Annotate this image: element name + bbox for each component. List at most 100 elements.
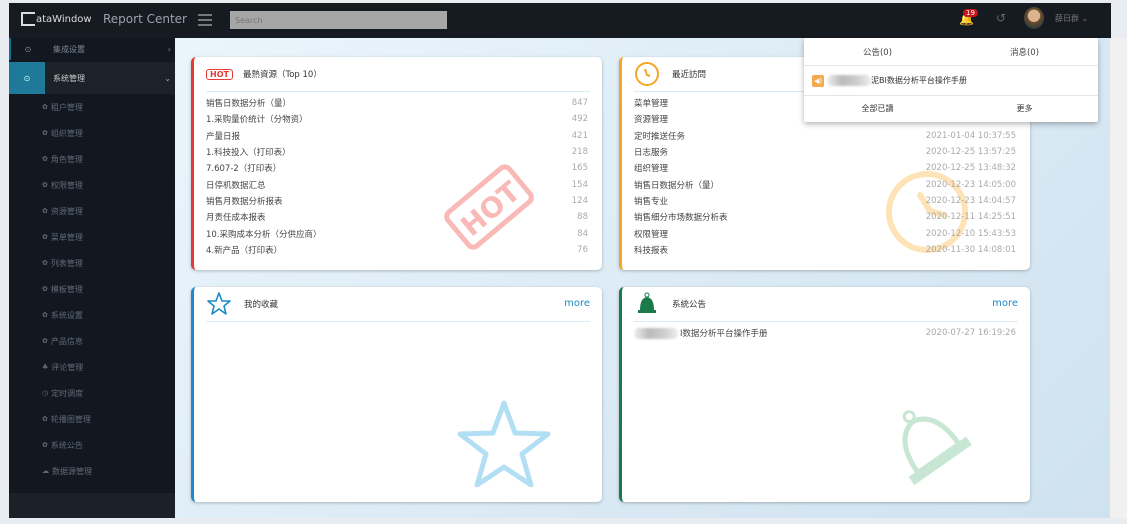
- item-name: 销售专业: [634, 196, 669, 207]
- tab-notices[interactable]: 公告(0): [804, 46, 951, 58]
- list-item[interactable]: 10.采购成本分析（分供应商） 84: [206, 225, 588, 241]
- more-notifications-button[interactable]: 更多: [951, 103, 1098, 114]
- sidebar-item[interactable]: ♣ 评论管理: [9, 354, 175, 380]
- gear-icon: ✿: [42, 207, 48, 215]
- gear-icon: ✿: [42, 103, 48, 111]
- item-value: 76: [577, 244, 588, 255]
- sidebar-item[interactable]: ✿ 菜单管理: [9, 224, 175, 250]
- announcement-time: 2020-07-27 16:19:26: [925, 328, 1016, 339]
- list-item[interactable]: 产量日报 421: [206, 128, 588, 144]
- sidebar-item-label: 组织管理: [50, 128, 83, 138]
- list-item[interactable]: 销售月数据分析报表 124: [206, 193, 588, 209]
- item-value: 124: [571, 195, 588, 206]
- item-value: 847: [571, 98, 588, 109]
- sidebar-group-system[interactable]: ⊙ 系统管理 ⌄: [9, 62, 175, 94]
- panel-title: 最近訪問: [672, 70, 707, 80]
- sidebar-item-label: 模板管理: [50, 284, 83, 294]
- hot-resources-panel: HOT HOT 最熱資源（Top 10） 销售日数据分析（量） 847 1.采购量价统…: [191, 57, 602, 270]
- star-icon: [207, 292, 231, 315]
- sidebar-item[interactable]: ✿ 列表管理: [9, 250, 175, 276]
- blurred-text: [827, 75, 871, 86]
- notification-text: 泥BI数据分析平台操作手册: [871, 76, 967, 85]
- item-value: 154: [571, 179, 588, 190]
- notification-item[interactable]: ◀) 泥BI数据分析平台操作手册: [804, 66, 1098, 96]
- item-name: 销售月数据分析报表: [206, 196, 283, 207]
- item-name: 权限管理: [634, 229, 669, 240]
- favorites-more-link[interactable]: more: [564, 298, 590, 309]
- sidebar-item-label: 列表管理: [50, 258, 83, 268]
- blurred-text: [634, 327, 678, 339]
- list-item[interactable]: 月责任成本报表 88: [206, 209, 588, 225]
- item-name: 销售日数据分析（量）: [634, 180, 720, 191]
- menu-toggle-icon[interactable]: [198, 14, 212, 26]
- list-item[interactable]: 销售专业 2020-12-23 14:04:57: [634, 193, 1016, 209]
- panel-title: 我的收藏: [244, 300, 279, 310]
- item-value: 421: [571, 130, 588, 141]
- item-name: 月责任成本报表: [206, 213, 266, 224]
- item-value: 2020-12-23 14:05:00: [925, 179, 1016, 190]
- gear-icon: ✿: [42, 259, 48, 267]
- list-item[interactable]: 权限管理 2020-12-10 15:43:53: [634, 225, 1016, 241]
- item-name: 组织管理: [634, 164, 669, 175]
- sidebar-item[interactable]: ✿ 租户管理: [9, 94, 175, 120]
- sidebar-group-label: 集成设置: [53, 44, 85, 54]
- sidebar-item[interactable]: ✿ 角色管理: [9, 146, 175, 172]
- sidebar-item[interactable]: ✿ 产品信息: [9, 328, 175, 354]
- panel-title: 最熱資源（Top 10）: [242, 70, 322, 80]
- sidebar-item[interactable]: ✿ 权限管理: [9, 172, 175, 198]
- sidebar-item-label: 定时调度: [51, 388, 84, 398]
- item-value: 2020-12-23 14:04:57: [925, 195, 1016, 206]
- sidebar-item[interactable]: ✿ 模板管理: [9, 276, 175, 302]
- sidebar-item-label: 系统公告: [50, 440, 83, 450]
- circle-icon: ⊙: [9, 62, 45, 94]
- sidebar-item[interactable]: ✿ 系统设置: [9, 302, 175, 328]
- sidebar-item[interactable]: ✿ 轮播图管理: [9, 406, 175, 432]
- list-item[interactable]: 1.采购量价统计（分物资） 492: [206, 111, 588, 127]
- sidebar-item-label: 角色管理: [50, 154, 83, 164]
- speaker-icon: ◀): [812, 74, 824, 87]
- item-name: 资源管理: [634, 115, 669, 126]
- announcements-more-link[interactable]: more: [992, 298, 1018, 309]
- logo-text: ataWindow: [36, 13, 92, 25]
- sidebar-item[interactable]: ✿ 组织管理: [9, 120, 175, 146]
- panel-title: 系統公告: [672, 300, 707, 310]
- sidebar-item[interactable]: ☁ 数据源管理: [9, 458, 175, 484]
- sidebar-group-integration[interactable]: ⊙ 集成设置 ›: [9, 38, 175, 60]
- item-name: 菜单管理: [634, 99, 669, 110]
- item-name: 7.607-2（打印表）: [206, 164, 282, 175]
- list-item[interactable]: 7.607-2（打印表） 165: [206, 160, 588, 176]
- list-item[interactable]: 4.新产品（打印表） 76: [206, 242, 588, 258]
- sidebar-item-label: 产品信息: [50, 336, 83, 346]
- logo[interactable]: ataWindow: [21, 12, 92, 26]
- list-item[interactable]: 销售细分市场数据分析表 2020-12-11 14:25:51: [634, 209, 1016, 225]
- item-name: 1.采购量价统计（分物资）: [206, 115, 308, 126]
- item-name: 产量日报: [206, 131, 241, 142]
- list-item[interactable]: 组织管理 2020-12-25 13:48:32: [634, 160, 1016, 176]
- list-item[interactable]: 销售日数据分析（量） 2020-12-23 14:05:00: [634, 176, 1016, 192]
- list-item[interactable]: 日停机数据汇总 154: [206, 176, 588, 192]
- sidebar-item[interactable]: ◷ 定时调度: [9, 380, 175, 406]
- gear-icon: ✿: [42, 181, 48, 189]
- list-item[interactable]: 日志服务 2020-12-25 13:57:25: [634, 144, 1016, 160]
- cloud-icon: ☁: [42, 467, 49, 475]
- list-item[interactable]: 销售日数据分析（量） 847: [206, 95, 588, 111]
- search-input[interactable]: [230, 11, 447, 29]
- tab-messages[interactable]: 消息(0): [951, 46, 1098, 58]
- favorites-panel: 我的收藏 more: [191, 287, 602, 502]
- scrollbar[interactable]: [1110, 38, 1127, 518]
- item-name: 10.采购成本分析（分供应商）: [206, 229, 322, 240]
- sidebar-item[interactable]: ✿ 系统公告: [9, 432, 175, 458]
- bell-icon: [638, 292, 656, 313]
- item-name: 销售日数据分析（量）: [206, 99, 292, 110]
- sidebar-item[interactable]: ✿ 资源管理: [9, 198, 175, 224]
- list-item[interactable]: 科技报表 2020-11-30 14:08:01: [634, 242, 1016, 258]
- gear-icon: ✿: [42, 285, 48, 293]
- list-item[interactable]: 1.科技投入（打印表） 218: [206, 144, 588, 160]
- sidebar-item-label: 资源管理: [50, 206, 83, 216]
- announcement-row[interactable]: I数据分析平台操作手册 2020-07-27 16:19:26: [634, 325, 1016, 341]
- mark-all-read-button[interactable]: 全部已讀: [804, 103, 951, 114]
- item-value: 84: [577, 228, 588, 239]
- chevron-down-icon: ⌄: [164, 73, 171, 83]
- sidebar-item-label: 轮播图管理: [50, 414, 91, 424]
- list-item[interactable]: 定时推送任务 2021-01-04 10:37:55: [634, 128, 1016, 144]
